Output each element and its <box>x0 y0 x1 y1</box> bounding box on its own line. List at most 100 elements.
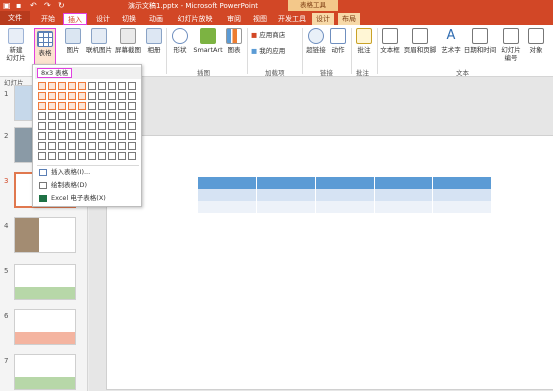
undo-icon[interactable]: ↶ <box>30 1 37 10</box>
slide-thumbnail-5[interactable] <box>14 264 76 300</box>
tab-slideshow[interactable]: 幻灯片放映 <box>172 13 218 25</box>
table-grid-cell[interactable] <box>128 142 136 150</box>
table-grid-cell[interactable] <box>118 82 126 90</box>
table-grid-cell[interactable] <box>48 92 56 100</box>
tab-table-layout[interactable]: 布局 <box>338 13 360 25</box>
table-grid-cell[interactable] <box>38 102 46 110</box>
table-grid-cell[interactable] <box>38 82 46 90</box>
table-grid-cell[interactable] <box>128 82 136 90</box>
slide-number-button[interactable]: 幻灯片 编号 <box>498 28 524 62</box>
table-grid-cell[interactable] <box>108 92 116 100</box>
table-grid-cell[interactable] <box>58 102 66 110</box>
table-grid-cell[interactable] <box>118 92 126 100</box>
table-grid-cell[interactable] <box>88 92 96 100</box>
table-grid-cell[interactable] <box>128 92 136 100</box>
table-grid-cell[interactable] <box>38 152 46 160</box>
my-apps-button[interactable]: ■ 我的应用 <box>251 47 297 55</box>
online-picture-button[interactable]: 联机图片 <box>85 28 113 54</box>
table-grid-cell[interactable] <box>98 82 106 90</box>
table-grid-cell[interactable] <box>68 82 76 90</box>
table-grid-cell[interactable] <box>128 112 136 120</box>
table-grid-cell[interactable] <box>48 102 56 110</box>
repeat-icon[interactable]: ↻ <box>58 1 65 10</box>
table-grid-cell[interactable] <box>68 112 76 120</box>
tab-view[interactable]: 视图 <box>249 13 271 25</box>
table-grid-cell[interactable] <box>108 82 116 90</box>
table-grid-cell[interactable] <box>78 132 86 140</box>
table-grid-cell[interactable] <box>118 152 126 160</box>
table-grid-cell[interactable] <box>78 112 86 120</box>
table-grid-cell[interactable] <box>118 102 126 110</box>
table-grid-cell[interactable] <box>98 152 106 160</box>
tab-insert[interactable]: 插入 <box>63 13 87 25</box>
table-grid-cell[interactable] <box>48 122 56 130</box>
table-grid-cell[interactable] <box>128 122 136 130</box>
table-grid-cell[interactable] <box>38 122 46 130</box>
table-grid-cell[interactable] <box>88 122 96 130</box>
table-grid-cell[interactable] <box>118 132 126 140</box>
tab-developer[interactable]: 开发工具 <box>276 13 308 25</box>
table-grid-cell[interactable] <box>118 112 126 120</box>
screenshot-button[interactable]: 屏幕截图 <box>113 28 143 54</box>
table-grid-cell[interactable] <box>68 102 76 110</box>
table-grid-cell[interactable] <box>78 92 86 100</box>
table-grid-cell[interactable] <box>78 142 86 150</box>
album-button[interactable]: 相册 <box>145 28 163 54</box>
tab-file[interactable]: 文件 <box>0 11 30 25</box>
table-grid-cell[interactable] <box>128 132 136 140</box>
save-icon[interactable]: ▪ <box>16 1 21 10</box>
tab-table-design[interactable]: 设计 <box>312 13 334 25</box>
table-grid-cell[interactable] <box>68 122 76 130</box>
table-grid-cell[interactable] <box>98 112 106 120</box>
slide-canvas[interactable] <box>106 135 553 390</box>
table-grid-cell[interactable] <box>58 142 66 150</box>
table-grid-cell[interactable] <box>48 132 56 140</box>
table-grid-cell[interactable] <box>118 142 126 150</box>
table-grid-cell[interactable] <box>108 102 116 110</box>
table-grid-cell[interactable] <box>88 142 96 150</box>
table-grid-cell[interactable] <box>68 132 76 140</box>
insert-table-menu-item[interactable]: 插入表格(I)... <box>37 167 139 178</box>
table-grid-cell[interactable] <box>48 112 56 120</box>
table-grid-cell[interactable] <box>38 142 46 150</box>
table-grid-cell[interactable] <box>98 92 106 100</box>
table-grid-cell[interactable] <box>108 112 116 120</box>
smartart-button[interactable]: SmartArt <box>192 28 224 54</box>
table-grid-cell[interactable] <box>38 132 46 140</box>
object-button[interactable]: 对象 <box>526 28 546 54</box>
table-grid-cell[interactable] <box>58 82 66 90</box>
table-grid-cell[interactable] <box>88 132 96 140</box>
table-grid-cell[interactable] <box>108 142 116 150</box>
slide-thumbnail-6[interactable] <box>14 309 76 345</box>
date-time-button[interactable]: 日期和时间 <box>463 28 497 54</box>
picture-button[interactable]: 图片 <box>63 28 83 54</box>
table-grid-cell[interactable] <box>68 92 76 100</box>
table-grid-cell[interactable] <box>48 82 56 90</box>
table-grid-cell[interactable] <box>58 152 66 160</box>
tab-review[interactable]: 审阅 <box>223 13 245 25</box>
excel-spreadsheet-menu-item[interactable]: Excel 电子表格(X) <box>37 193 139 204</box>
slide-thumbnail-7[interactable] <box>14 354 76 390</box>
table-grid-cell[interactable] <box>38 112 46 120</box>
table-grid-cell[interactable] <box>58 112 66 120</box>
table-grid-cell[interactable] <box>128 102 136 110</box>
table-grid-cell[interactable] <box>98 142 106 150</box>
tab-home[interactable]: 开始 <box>36 13 60 25</box>
comment-button[interactable]: 批注 <box>355 28 373 54</box>
table-grid-cell[interactable] <box>98 102 106 110</box>
tab-animations[interactable]: 动画 <box>145 13 167 25</box>
table-grid-cell[interactable] <box>68 152 76 160</box>
draw-table-menu-item[interactable]: 绘制表格(D) <box>37 180 139 191</box>
table-grid-cell[interactable] <box>88 112 96 120</box>
table-grid-cell[interactable] <box>128 152 136 160</box>
chart-button[interactable]: 图表 <box>225 28 243 54</box>
table-grid-cell[interactable] <box>98 132 106 140</box>
new-slide-button[interactable]: 新建 幻灯片 <box>3 28 29 62</box>
action-button[interactable]: 动作 <box>329 28 347 54</box>
table-grid-cell[interactable] <box>48 142 56 150</box>
tab-design[interactable]: 设计 <box>92 13 114 25</box>
table-grid-cell[interactable] <box>78 152 86 160</box>
shapes-button[interactable]: 形状 <box>170 28 190 54</box>
table-grid-cell[interactable] <box>88 102 96 110</box>
app-store-button[interactable]: ■ 应用商店 <box>251 31 297 39</box>
